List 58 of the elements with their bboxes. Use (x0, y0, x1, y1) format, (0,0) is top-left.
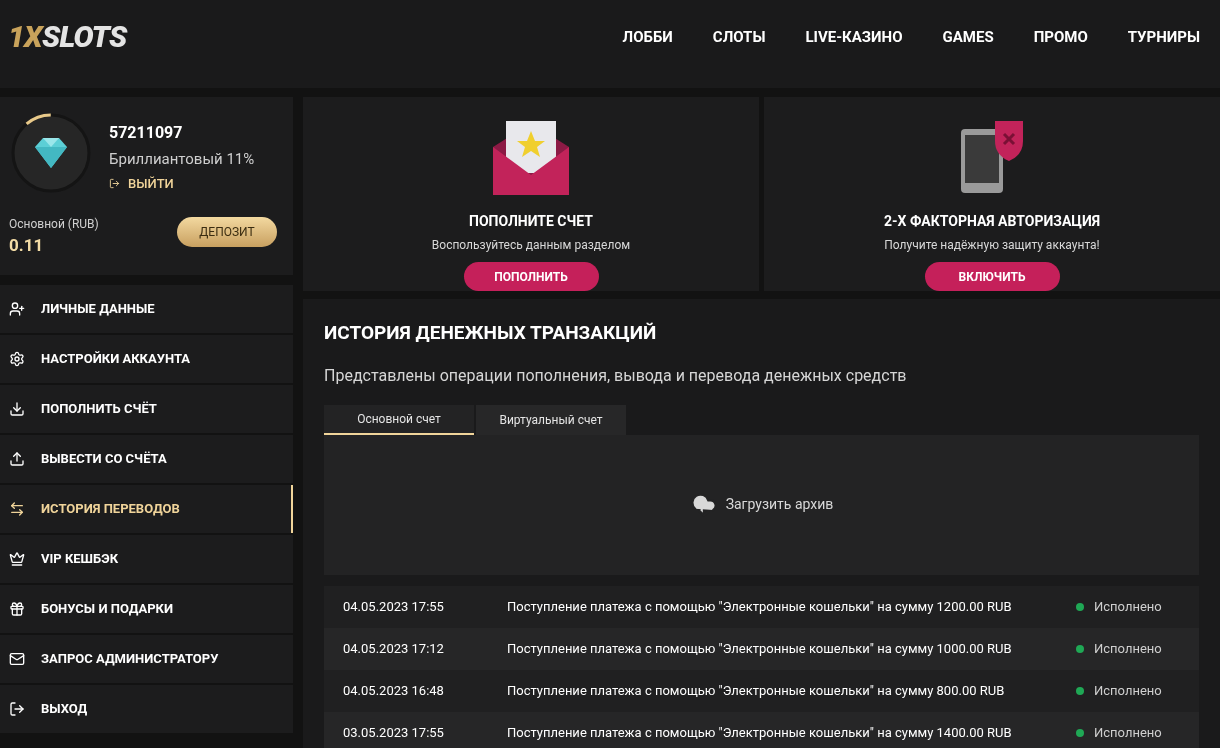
crown-icon (9, 551, 25, 567)
logout-icon (9, 701, 25, 717)
transaction-status: Исполнено (1094, 597, 1162, 616)
diamond-avatar-icon (9, 111, 93, 195)
mail-icon (9, 651, 25, 667)
logout-icon (109, 177, 120, 189)
sidebar-item[interactable]: ВЫХОД (0, 685, 293, 733)
promo-text: Воспользуйтесь данным разделом (431, 237, 631, 254)
sidebar-item[interactable]: ЗАПРОС АДМИНИСТРАТОРУ (0, 635, 293, 683)
nav-link[interactable]: ПРОМО (1033, 25, 1088, 49)
logo[interactable]: 1XSLOTS (8, 22, 127, 52)
phone-shield-icon (959, 119, 1025, 195)
transaction-description: Поступление платежа с помощью "Электронные кошельки" на сумму 1400.00 RUB (507, 723, 1013, 742)
transaction-description: Поступление платежа с помощью "Электронные кошельки" на сумму 1200.00 RUB (507, 597, 1013, 616)
transaction-date: 03.05.2023 17:55 (343, 723, 445, 742)
sidebar-item[interactable]: ВЫВЕСТИ СО СЧЁТА (0, 435, 293, 483)
balance-label: Основной (RUB) (9, 216, 99, 233)
promo-button[interactable]: ПОПОЛНИТЬ (463, 262, 599, 291)
transaction-status: Исполнено (1094, 639, 1162, 658)
arrows-icon (9, 501, 25, 517)
account-tab[interactable]: Основной счет (324, 404, 474, 435)
transaction-date: 04.05.2023 16:48 (343, 681, 445, 700)
sidebar-item[interactable]: ЛИЧНЫЕ ДАННЫЕ (0, 285, 293, 333)
gear-icon (9, 351, 25, 367)
nav-link[interactable]: GAMES (942, 25, 994, 49)
nav-link[interactable]: ЛОББИ (622, 25, 673, 49)
user-id: 57211097 (109, 122, 184, 144)
transaction-date: 04.05.2023 17:12 (343, 639, 445, 658)
nav-link[interactable]: СЛОТЫ (712, 25, 766, 49)
sidebar-item[interactable]: VIP КЕШБЭК (0, 535, 293, 583)
transaction-status: Исполнено (1094, 723, 1162, 742)
balance-amount: 0.11 (9, 234, 45, 257)
deposit-button[interactable]: ДЕПОЗИТ (177, 216, 277, 247)
sidebar-item[interactable]: ПОПОЛНИТЬ СЧЁТ (0, 385, 293, 433)
transaction-date: 04.05.2023 17:55 (343, 597, 445, 616)
upload-icon (9, 451, 25, 467)
user-plus-icon (9, 301, 25, 317)
history-title: ИСТОРИЯ ДЕНЕЖНЫХ ТРАНЗАКЦИЙ (324, 320, 658, 346)
promo-title: 2-Х ФАКТОРНАЯ АВТОРИЗАЦИЯ (883, 212, 1100, 231)
sidebar-item[interactable]: НАСТРОЙКИ АККАУНТА (0, 335, 293, 383)
envelope-star-icon (493, 119, 569, 195)
transaction-description: Поступление платежа с помощью "Электронные кошельки" на сумму 800.00 RUB (507, 681, 1006, 700)
promo-button[interactable]: ВКЛЮЧИТЬ (924, 262, 1060, 291)
promo-text: Получите надёжную защиту аккаунта! (884, 237, 1100, 254)
transaction-description: Поступление платежа с помощью "Электронные кошельки" на сумму 1000.00 RUB (507, 639, 1013, 658)
download-icon (9, 401, 25, 417)
account-tab[interactable]: Виртуальный счет (476, 404, 626, 435)
sidebar-item[interactable]: ИСТОРИЯ ПЕРЕВОДОВ (0, 485, 293, 533)
gift-icon (9, 601, 25, 617)
nav-link[interactable]: LIVE-КАЗИНО (805, 25, 903, 49)
history-subtitle: Представлены операции пополнения, вывода и перевода денежных средств (324, 364, 908, 387)
transaction-status: Исполнено (1094, 681, 1162, 700)
download-archive-button[interactable]: Загрузить архив (689, 490, 834, 519)
vip-status: Бриллиантовый 11% (109, 149, 255, 170)
nav-link[interactable]: ТУРНИРЫ (1127, 25, 1200, 49)
logout-link[interactable]: ВЫЙТИ (109, 173, 255, 193)
sidebar-item[interactable]: БОНУСЫ И ПОДАРКИ (0, 585, 293, 633)
promo-title: ПОПОЛНИТЕ СЧЕТ (469, 212, 593, 231)
